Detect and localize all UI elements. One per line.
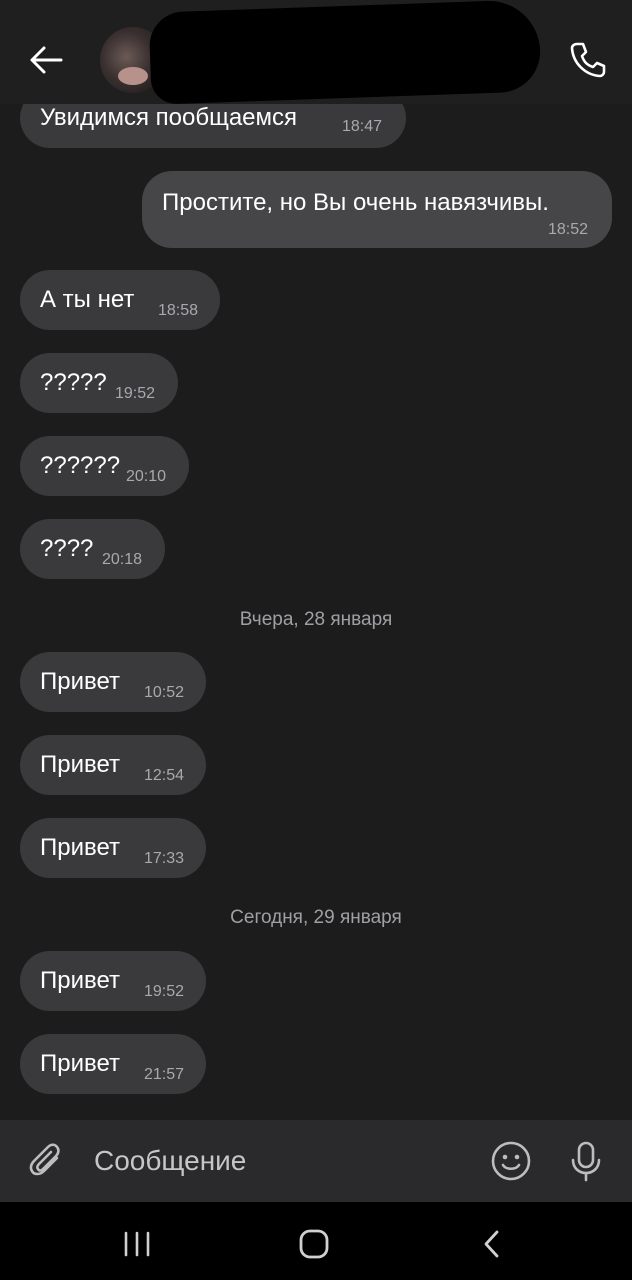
back-button[interactable] bbox=[22, 36, 70, 84]
microphone-icon bbox=[571, 1141, 601, 1182]
message-time: 19:52 bbox=[144, 983, 185, 1000]
outgoing-message[interactable]: Простите, но Вы очень навязчивы. 18:52 bbox=[142, 171, 612, 248]
date-separator: Сегодня, 29 января bbox=[230, 907, 402, 928]
message-input[interactable] bbox=[94, 1140, 454, 1182]
message-text: Привет bbox=[40, 834, 121, 861]
recents-icon bbox=[124, 1231, 150, 1257]
emoji-button[interactable] bbox=[488, 1138, 534, 1184]
incoming-message[interactable]: ?????? 20:10 bbox=[20, 436, 189, 496]
message-time: 18:52 bbox=[548, 221, 589, 238]
message-time: 20:18 bbox=[102, 551, 143, 568]
message-time: 18:58 bbox=[158, 302, 199, 319]
nav-recents-button[interactable] bbox=[113, 1220, 161, 1268]
message-text: Увидимся пообщаемся bbox=[40, 104, 298, 131]
chat-header bbox=[0, 0, 632, 105]
message-time: 12:54 bbox=[144, 767, 185, 784]
message-text: Привет bbox=[40, 1050, 121, 1077]
message-text: ?????? bbox=[40, 452, 121, 479]
nav-back-button[interactable] bbox=[468, 1220, 516, 1268]
call-button[interactable] bbox=[562, 34, 614, 86]
composer-bar bbox=[0, 1120, 632, 1202]
voice-message-button[interactable] bbox=[563, 1138, 609, 1184]
nav-back-icon bbox=[484, 1230, 499, 1258]
incoming-message[interactable]: Привет 21:57 bbox=[20, 1034, 206, 1094]
phone-icon bbox=[570, 42, 606, 78]
message-time: 18:47 bbox=[342, 118, 383, 135]
incoming-message[interactable]: Привет 19:52 bbox=[20, 951, 206, 1011]
message-time: 17:33 bbox=[144, 850, 185, 867]
message-time: 21:57 bbox=[144, 1066, 185, 1083]
incoming-message[interactable]: ???? 20:18 bbox=[20, 519, 165, 579]
incoming-message[interactable]: Привет 12:54 bbox=[20, 735, 206, 795]
message-text: Привет bbox=[40, 967, 121, 994]
message-time: 19:52 bbox=[115, 385, 156, 402]
incoming-message[interactable]: А ты нет 18:58 bbox=[20, 270, 220, 330]
incoming-message[interactable]: ????? 19:52 bbox=[20, 353, 178, 413]
smiley-icon bbox=[491, 1141, 531, 1181]
system-nav-bar bbox=[0, 1202, 632, 1280]
redacted-contact-name bbox=[148, 0, 542, 105]
nav-home-button[interactable] bbox=[290, 1220, 338, 1268]
paperclip-icon bbox=[29, 1143, 60, 1176]
message-text: Простите, но Вы очень навязчивы. bbox=[162, 189, 549, 216]
incoming-message[interactable]: Привет 17:33 bbox=[20, 818, 206, 878]
message-time: 10:52 bbox=[144, 684, 185, 701]
message-text: ???? bbox=[40, 535, 94, 562]
message-text: А ты нет bbox=[40, 286, 135, 313]
incoming-message[interactable]: Привет 10:52 bbox=[20, 652, 206, 712]
message-list[interactable]: Увидимся пообщаемся 18:47 Простите, но В… bbox=[0, 88, 632, 1120]
date-separator: Вчера, 28 января bbox=[239, 609, 393, 630]
message-text: ????? bbox=[40, 369, 107, 396]
message-text: Привет bbox=[40, 751, 121, 778]
message-time: 20:10 bbox=[126, 468, 167, 485]
attach-button[interactable] bbox=[24, 1138, 70, 1184]
message-text: Привет bbox=[40, 668, 121, 695]
home-icon bbox=[299, 1229, 329, 1259]
arrow-left-icon bbox=[30, 46, 63, 74]
